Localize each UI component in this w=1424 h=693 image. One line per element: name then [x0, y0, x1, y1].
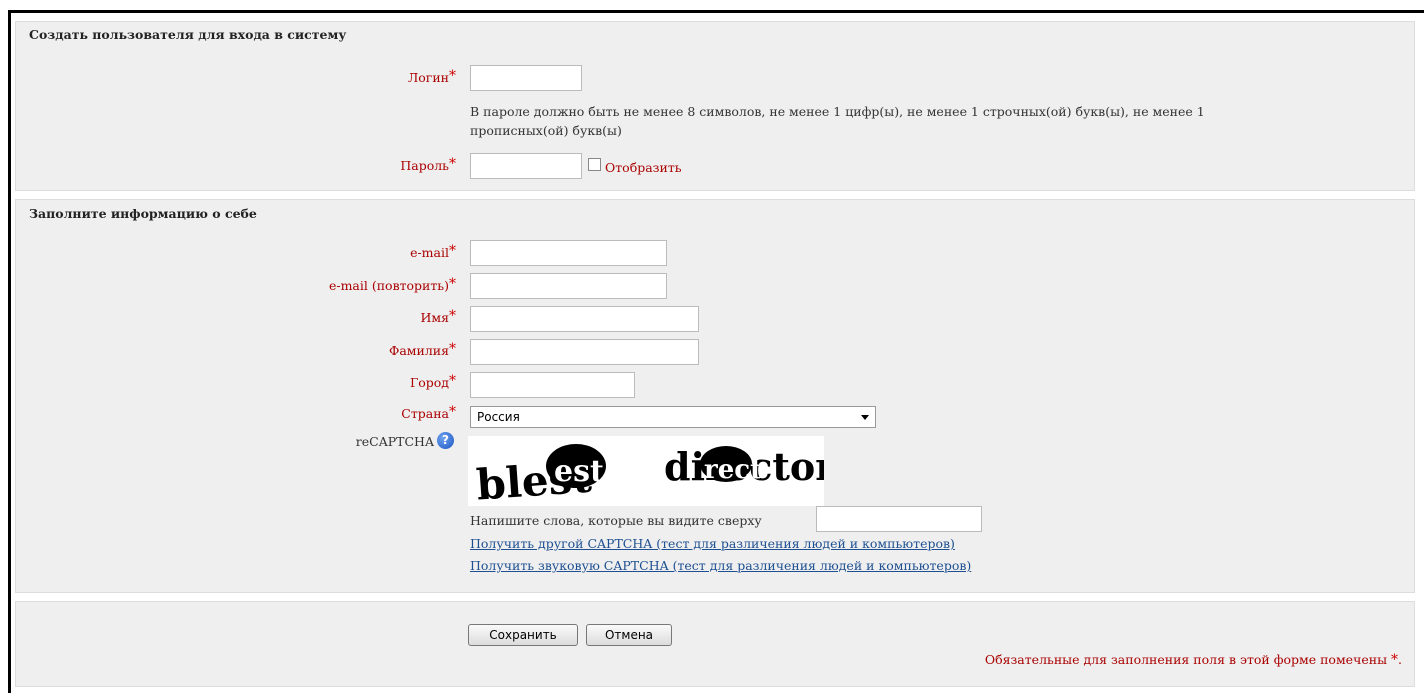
firstname-label: Имя*	[420, 308, 456, 325]
password-input[interactable]	[470, 153, 582, 179]
city-label: Город*	[409, 373, 456, 390]
captcha-input[interactable]	[816, 506, 982, 532]
captcha-prompt: Напишите слова, которые вы видите сверху	[470, 513, 762, 528]
save-button[interactable]: Сохранить	[468, 624, 578, 646]
captcha-other-link[interactable]: Получить другой CAPTCHA (тест для различ…	[470, 536, 955, 551]
help-icon[interactable]: ?	[437, 432, 454, 449]
password-hint: В пароле должно быть не менее 8 символов…	[470, 104, 1205, 138]
captcha-image: blest est director rect	[468, 436, 824, 506]
recaptcha-label: reCAPTCHA	[355, 434, 434, 449]
show-password-checkbox[interactable]	[588, 158, 601, 171]
lastname-input[interactable]	[470, 339, 699, 365]
info-section: Заполните информацию о себе e-mail* e-ma…	[15, 199, 1415, 593]
country-select[interactable]: Россия	[470, 406, 876, 428]
email-repeat-input[interactable]	[470, 273, 667, 299]
email-input[interactable]	[470, 240, 667, 266]
login-input[interactable]	[470, 65, 582, 91]
login-label: Логин*	[407, 68, 456, 85]
login-label-column: Логин* Пароль*	[16, 22, 456, 190]
country-selected-value: Россия	[477, 410, 520, 424]
cancel-button[interactable]: Отмена	[586, 624, 672, 646]
required-fields-note: Обязательные для заполнения поля в этой …	[984, 652, 1402, 668]
svg-text:est: est	[554, 454, 604, 489]
registration-form: Создать пользователя для входа в систему…	[8, 10, 1424, 693]
captcha-audio-link[interactable]: Получить звуковую CAPTCHA (тест для разл…	[470, 558, 971, 573]
chevron-down-icon	[861, 415, 869, 420]
lastname-label: Фамилия*	[388, 341, 456, 358]
firstname-input[interactable]	[470, 306, 699, 332]
country-label: Страна*	[401, 404, 456, 421]
login-section: Создать пользователя для входа в систему…	[15, 21, 1415, 191]
email-label: e-mail*	[410, 243, 456, 260]
info-label-column: e-mail* e-mail (повторить)* Имя* Фамилия…	[16, 200, 456, 592]
city-input[interactable]	[470, 372, 635, 398]
svg-text:rect: rect	[704, 455, 762, 485]
show-password-label[interactable]: Отобразить	[605, 160, 682, 175]
actions-section: Сохранить Отмена Обязательные для заполн…	[15, 601, 1415, 687]
email-repeat-label: e-mail (повторить)*	[328, 276, 456, 293]
password-label: Пароль*	[400, 156, 456, 173]
